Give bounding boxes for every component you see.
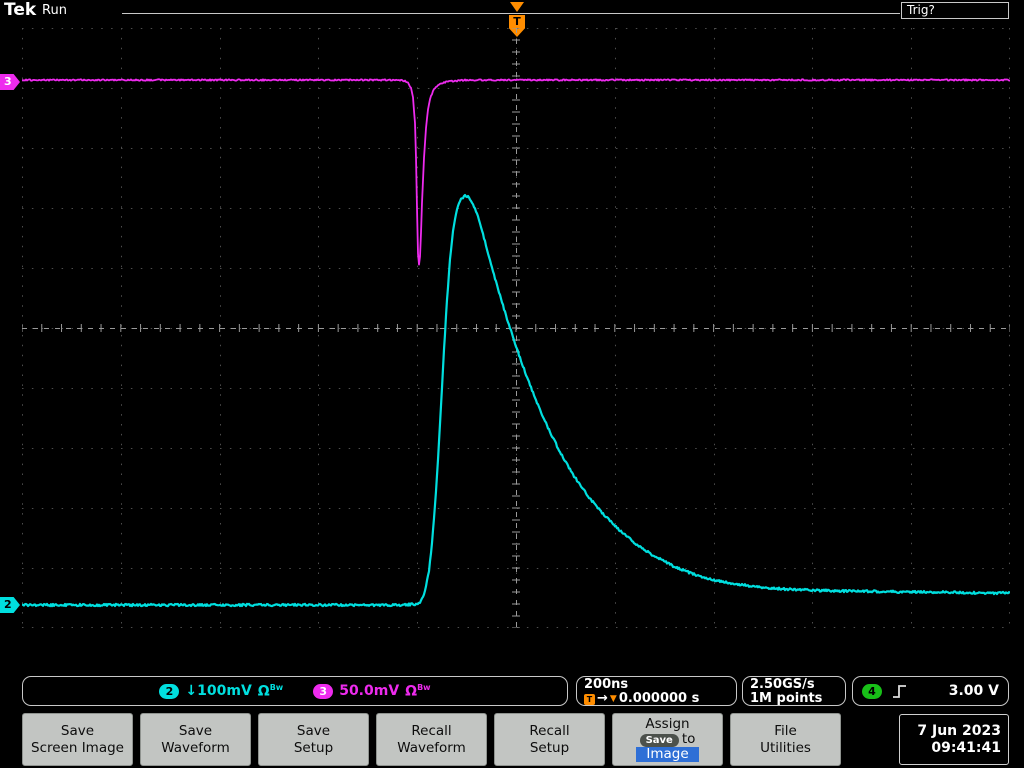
waveform-display bbox=[22, 28, 1010, 628]
tek-logo: Tek bbox=[4, 0, 37, 20]
timebase-scale: 200ns bbox=[584, 677, 629, 692]
channel3-badge: 3 bbox=[313, 683, 334, 699]
oscilloscope-screen: Tek Run Trig? T 3 2 2 ↓100mV ΩBw 3 50.0m… bbox=[0, 0, 1024, 768]
channel2-coupling: ΩBw bbox=[257, 682, 284, 700]
trigger-readout-box: 4 3.00 V bbox=[852, 676, 1009, 706]
channel3-readout: 3 50.0mV ΩBw bbox=[313, 682, 431, 700]
trigger-status-label: Trig? bbox=[907, 3, 935, 17]
time-value: 09:41:41 bbox=[931, 739, 1001, 756]
channel2-scale: ↓100mV bbox=[185, 683, 252, 699]
recall-setup-button[interactable]: Recall Setup bbox=[494, 713, 605, 766]
channel-readout-box: 2 ↓100mV ΩBw 3 50.0mV ΩBw bbox=[22, 676, 568, 706]
channel2-readout: 2 ↓100mV ΩBw bbox=[159, 682, 284, 700]
assign-target-highlight: Image bbox=[636, 747, 699, 762]
file-utilities-button[interactable]: File Utilities bbox=[730, 713, 841, 766]
acquisition-status: Run bbox=[42, 3, 67, 18]
save-waveform-button[interactable]: Save Waveform bbox=[140, 713, 251, 766]
rising-edge-icon bbox=[893, 684, 906, 698]
trigger-position-readout: T → ▼ 0.000000 s bbox=[584, 692, 729, 706]
arrow-right-icon: → bbox=[597, 691, 608, 706]
trigger-position-value: 0.000000 s bbox=[618, 691, 700, 706]
channel3-ground-marker[interactable]: 3 bbox=[0, 74, 20, 90]
trigger-level-value: 3.00 V bbox=[948, 683, 999, 699]
trigger-t-icon: T bbox=[584, 693, 595, 705]
channel3-coupling: ΩBw bbox=[405, 682, 431, 700]
sample-rate: 2.50GS/s bbox=[750, 677, 815, 692]
record-length: 1M points bbox=[750, 691, 823, 706]
marker-down-icon: ▼ bbox=[609, 694, 617, 704]
trigger-source-badge: 4 bbox=[862, 683, 882, 699]
date-value: 7 Jun 2023 bbox=[917, 722, 1001, 739]
recall-waveform-button[interactable]: Recall Waveform bbox=[376, 713, 487, 766]
assign-save-button[interactable]: Assign Save to Image bbox=[612, 713, 723, 766]
save-setup-button[interactable]: Save Setup bbox=[258, 713, 369, 766]
trigger-arrow-icon bbox=[510, 2, 524, 12]
channel2-badge: 2 bbox=[159, 683, 180, 699]
horizontal-readout-box: 200ns T → ▼ 0.000000 s bbox=[576, 676, 737, 706]
channel3-scale: 50.0mV bbox=[339, 683, 400, 699]
trigger-status-box: Trig? bbox=[901, 2, 1009, 19]
save-screen-image-button[interactable]: Save Screen Image bbox=[22, 713, 133, 766]
channel2-ground-marker[interactable]: 2 bbox=[0, 597, 20, 613]
datetime-box: 7 Jun 2023 09:41:41 bbox=[899, 714, 1009, 765]
acquisition-readout-box: 2.50GS/s 1M points bbox=[742, 676, 846, 706]
